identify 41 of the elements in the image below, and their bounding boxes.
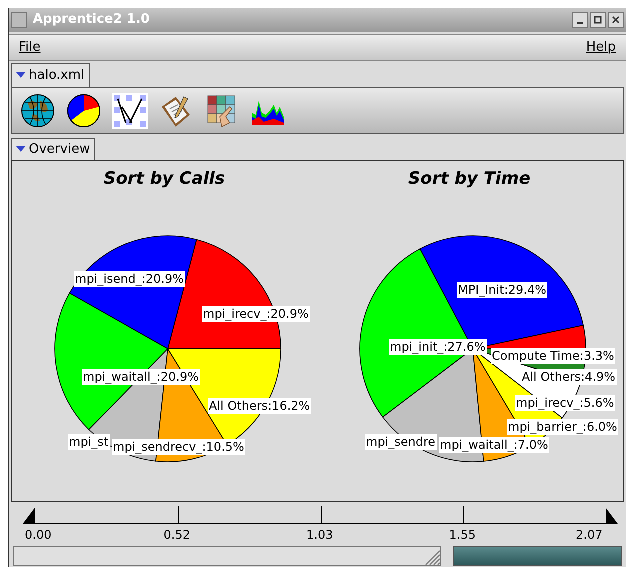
maximize-button[interactable] — [590, 12, 606, 28]
slider-thumb[interactable] — [606, 508, 618, 524]
pie-chart-icon[interactable] — [66, 92, 102, 129]
tick-label: 0.00 — [25, 526, 52, 544]
close-icon — [612, 16, 620, 24]
slice-label: mpi_init_:27.6% — [389, 338, 487, 355]
slice-label: MPI_Init:29.4% — [457, 282, 548, 298]
slice-label: mpi_waitall_:20.9% — [82, 368, 200, 385]
caret-icon — [16, 146, 26, 152]
slice-label: mpi_sendrecv_:10.5% — [112, 438, 246, 455]
slice-label: All Others:4.9% — [521, 368, 617, 385]
slice-label: mpi_barrier_:6.0% — [507, 418, 618, 435]
slice-label: mpi_irecv_:5.6% — [515, 394, 616, 411]
menu-item[interactable]: File — [19, 38, 41, 58]
slice-label: mpi_waitall_:7.0% — [439, 436, 550, 453]
tick-label: 1.03 — [306, 526, 334, 544]
chart-title: Sort by Calls — [102, 168, 226, 191]
menu-item[interactable]: Help — [586, 38, 616, 58]
overview-tab[interactable]: Overview — [11, 138, 96, 160]
maximize-icon — [594, 16, 602, 24]
chart-title: Sort by Time — [407, 168, 532, 191]
caret-icon — [16, 72, 26, 78]
slider-thumb[interactable] — [23, 508, 35, 524]
tick-label: 1.55 — [449, 526, 476, 544]
slice-label: All Others:16.2% — [208, 398, 312, 414]
slice-label: Compute Time:3.3% — [491, 348, 616, 364]
tick-label: 0.52 — [164, 526, 190, 544]
globe-icon[interactable] — [20, 92, 56, 129]
graph-icon[interactable] — [112, 92, 148, 129]
file-tab[interactable]: halo.xml — [11, 62, 90, 87]
slice-label: mpi_st — [68, 434, 110, 450]
window-title: Apprentice2 1.0 — [33, 11, 150, 30]
slice-label: mpi_sendre — [365, 434, 437, 450]
slice-label: mpi_irecv_:20.9% — [202, 306, 310, 322]
window-icon — [11, 12, 27, 28]
resize-grip-icon[interactable] — [424, 549, 440, 566]
minimize-icon — [577, 22, 583, 24]
slice-label: mpi_isend_:20.9% — [74, 270, 185, 287]
close-button[interactable] — [608, 12, 624, 28]
minimize-button[interactable] — [572, 12, 588, 28]
tick-label: 2.07 — [576, 526, 603, 544]
